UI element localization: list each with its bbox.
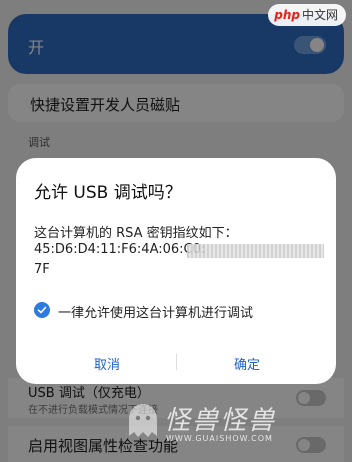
fingerprint-line-1: 45:D6:D4:11:F6:4A:06:C0: — [34, 242, 206, 257]
guaishow-watermark: 怪兽怪兽 WWW.GUAISHOW.COM — [126, 396, 332, 446]
php-watermark: php 中文网 — [268, 4, 346, 26]
dialog-message: 这台计算机的 RSA 密钥指纹如下： — [34, 226, 238, 241]
guaishow-url-text: WWW.GUAISHOW.COM — [166, 434, 273, 443]
php-watermark-logo: php — [274, 8, 300, 22]
dialog-title: 允许 USB 调试吗？ — [34, 183, 182, 203]
allow-usb-debugging-dialog: 允许 USB 调试吗？ 这台计算机的 RSA 密钥指纹如下： 45:D6:D4:… — [16, 158, 336, 384]
redacted-fingerprint-mask — [187, 244, 324, 258]
guaishow-brand-text: 怪兽怪兽 — [164, 406, 277, 436]
php-watermark-site: 中文网 — [301, 8, 338, 22]
cancel-button[interactable]: 取消 — [94, 354, 120, 373]
ok-button[interactable]: 确定 — [234, 354, 260, 373]
fingerprint-line-2: 7F — [34, 262, 50, 277]
ghost-mascot-icon — [129, 404, 157, 437]
always-allow-checkbox[interactable] — [34, 302, 50, 318]
button-divider — [176, 354, 177, 370]
checkmark-icon — [37, 306, 47, 314]
always-allow-label[interactable]: 一律允许使用这台计算机进行调试 — [58, 302, 253, 321]
